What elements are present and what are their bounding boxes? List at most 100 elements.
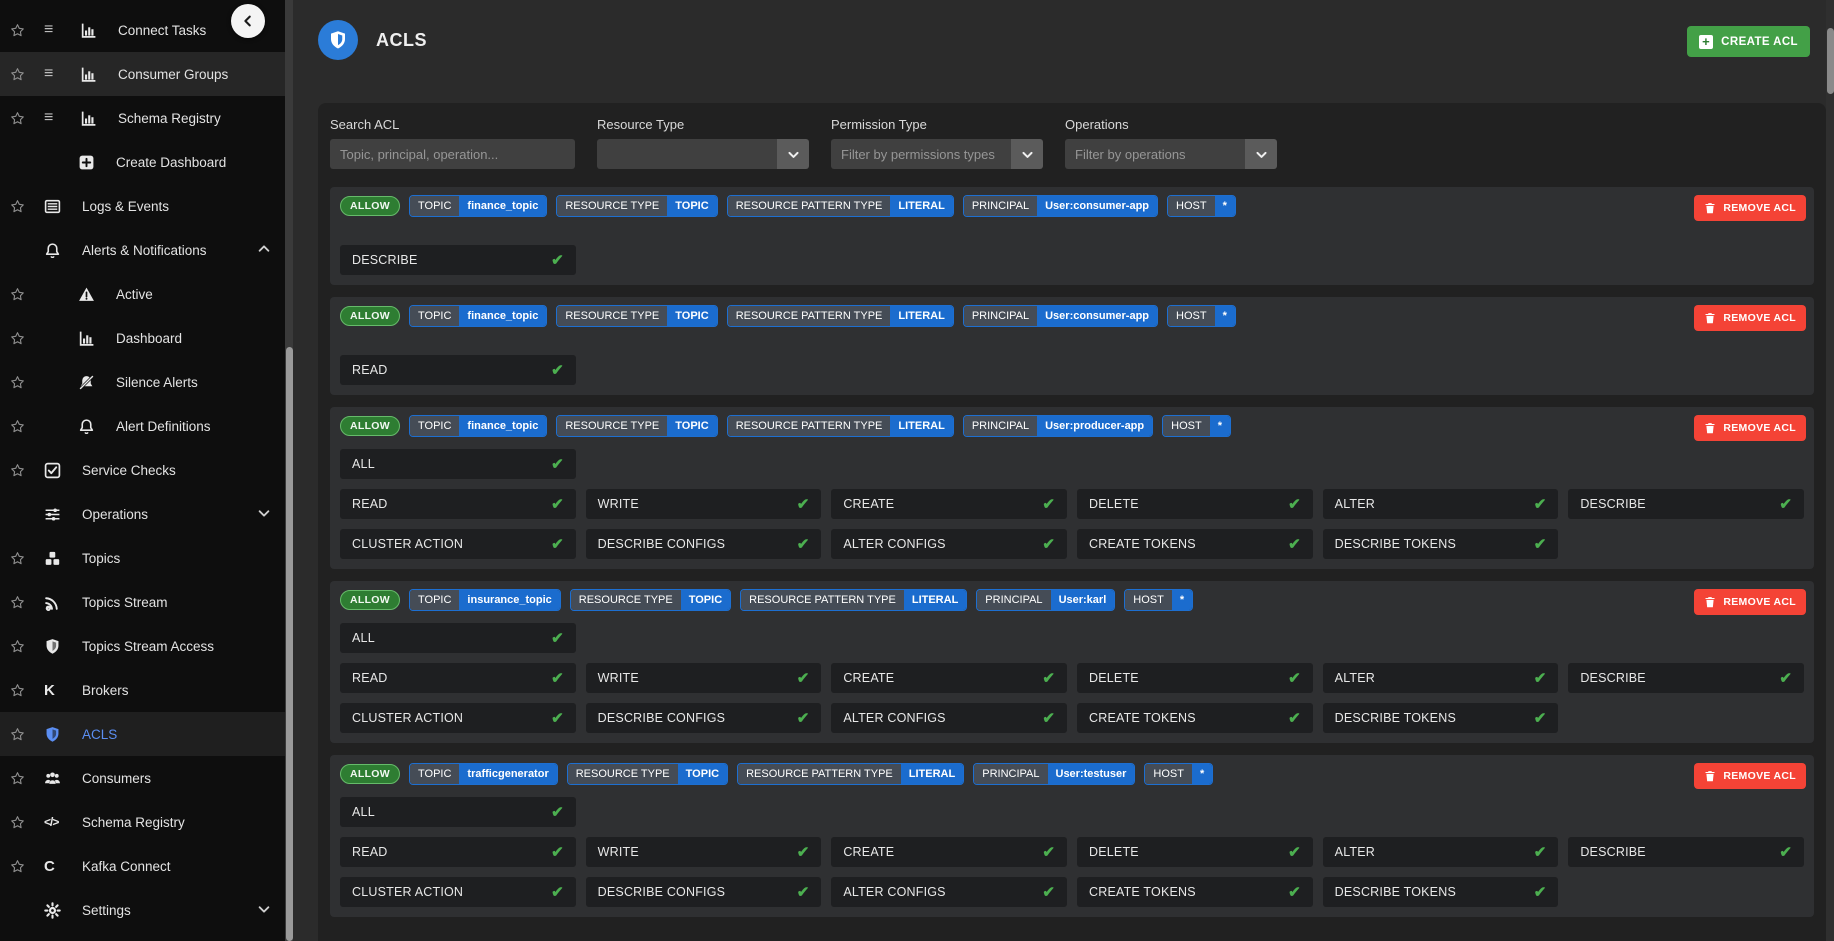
chart-icon	[80, 22, 118, 39]
sidebar-item-consumers[interactable]: Consumers	[0, 756, 285, 800]
sidebar-item-alerts-notifications[interactable]: Alerts & Notifications	[0, 228, 285, 272]
chevron-down-icon[interactable]	[257, 506, 271, 520]
star-icon[interactable]	[10, 815, 44, 830]
operation-name: DESCRIBE CONFIGS	[598, 711, 726, 725]
attribute-label: TOPIC	[410, 590, 459, 610]
remove-acl-button[interactable]: REMOVE ACL	[1694, 415, 1806, 441]
remove-acl-button[interactable]: REMOVE ACL	[1694, 589, 1806, 615]
attribute-value: TOPIC	[681, 590, 730, 610]
operations-dropdown-button[interactable]	[1245, 139, 1277, 169]
search-acl-input[interactable]	[330, 139, 575, 169]
sidebar-item-service-checks[interactable]: Service Checks	[0, 448, 285, 492]
sidebar-scrollbar-thumb[interactable]	[286, 347, 293, 941]
page-scrollbar-thumb[interactable]	[1827, 28, 1834, 94]
star-icon[interactable]	[10, 199, 44, 214]
sidebar-item-topics-stream-access[interactable]: Topics Stream Access	[0, 624, 285, 668]
sidebar-item-acls[interactable]: ACLS	[0, 712, 285, 756]
sidebar-item-topics-stream[interactable]: Topics Stream	[0, 580, 285, 624]
operation-name: DESCRIBE CONFIGS	[598, 537, 726, 551]
create-acl-button[interactable]: + CREATE ACL	[1687, 26, 1810, 57]
operations-select[interactable]	[1065, 139, 1245, 169]
operations-row: ALL✔	[340, 623, 1804, 653]
remove-acl-label: REMOVE ACL	[1723, 312, 1796, 324]
star-icon[interactable]	[10, 683, 44, 698]
operations-row: READ✔WRITE✔CREATE✔DELETE✔ALTER✔DESCRIBE✔	[340, 489, 1804, 519]
star-icon[interactable]	[10, 595, 44, 610]
warning-icon	[78, 286, 116, 303]
star-icon[interactable]	[10, 551, 44, 566]
resource-type-select[interactable]	[597, 139, 777, 169]
sidebar-item-logs-events[interactable]: Logs & Events	[0, 184, 285, 228]
attribute-label: TOPIC	[410, 764, 459, 784]
sidebar-item-label: Alert Definitions	[116, 419, 211, 434]
chevron-up-icon[interactable]	[257, 242, 271, 256]
star-icon[interactable]	[10, 23, 44, 38]
menu-handle-icon[interactable]: ≡	[44, 109, 80, 127]
star-icon[interactable]	[10, 463, 44, 478]
operation-cell-cluster-action: CLUSTER ACTION✔	[340, 877, 576, 907]
remove-acl-button[interactable]: REMOVE ACL	[1694, 195, 1806, 221]
sidebar-item-consumer-groups[interactable]: ≡Consumer Groups	[0, 52, 285, 96]
sidebar-item-dashboard[interactable]: Dashboard	[0, 316, 285, 360]
operation-cell-create: CREATE✔	[831, 837, 1067, 867]
star-icon[interactable]	[10, 419, 44, 434]
permission-badge: ALLOW	[340, 764, 400, 784]
operation-cell-alter-configs: ALTER CONFIGS✔	[831, 529, 1067, 559]
star-icon[interactable]	[10, 67, 44, 82]
sidebar-item-kafka-connect[interactable]: CKafka Connect	[0, 844, 285, 888]
attribute-badge-resource-pattern-type: RESOURCE PATTERN TYPELITERAL	[740, 589, 967, 611]
operation-cell-cluster-action: CLUSTER ACTION✔	[340, 703, 576, 733]
sidebar-item-operations[interactable]: Operations	[0, 492, 285, 536]
operation-name: ALL	[352, 805, 375, 819]
acl-panel: Search ACL Resource Type Permissi	[318, 103, 1826, 941]
create-acl-label: CREATE ACL	[1721, 36, 1798, 48]
sidebar-item-label: Create Dashboard	[116, 155, 226, 170]
attribute-badge-host: HOST*	[1144, 763, 1213, 785]
star-icon[interactable]	[10, 111, 44, 126]
check-icon: ✔	[551, 709, 564, 727]
star-icon[interactable]	[10, 727, 44, 742]
star-icon[interactable]	[10, 331, 44, 346]
sidebar-scrollbar[interactable]	[285, 0, 293, 941]
chevron-down-icon[interactable]	[257, 902, 271, 916]
sidebar-item-brokers[interactable]: KBrokers	[0, 668, 285, 712]
attribute-badge-resource-type: RESOURCE TYPETOPIC	[556, 305, 717, 327]
attribute-badge-principal: PRINCIPALUser:testuser	[973, 763, 1135, 785]
sidebar-item-active[interactable]: Active	[0, 272, 285, 316]
plus-icon: +	[1699, 35, 1713, 49]
menu-handle-icon[interactable]: ≡	[44, 65, 80, 83]
sidebar-item-schema-registry[interactable]: ≡Schema Registry	[0, 96, 285, 140]
page-scrollbar[interactable]	[1826, 0, 1834, 941]
check-icon: ✔	[551, 361, 564, 379]
permission-type-dropdown-button[interactable]	[1011, 139, 1043, 169]
remove-acl-button[interactable]: REMOVE ACL	[1694, 305, 1806, 331]
resource-type-dropdown-button[interactable]	[777, 139, 809, 169]
sidebar-item-schema-registry[interactable]: </>Schema Registry	[0, 800, 285, 844]
menu-handle-icon[interactable]: ≡	[44, 21, 80, 39]
sidebar-item-create-dashboard[interactable]: Create Dashboard	[0, 140, 285, 184]
remove-acl-button[interactable]: REMOVE ACL	[1694, 763, 1806, 789]
sidebar-item-silence-alerts[interactable]: Silence Alerts	[0, 360, 285, 404]
star-icon[interactable]	[10, 639, 44, 654]
operation-cell-all: ALL✔	[340, 797, 576, 827]
sidebar-item-settings[interactable]: Settings	[0, 888, 285, 932]
operation-cell-describe-configs: DESCRIBE CONFIGS✔	[586, 877, 822, 907]
attribute-label: RESOURCE PATTERN TYPE	[738, 764, 901, 784]
sidebar-item-alert-definitions[interactable]: Alert Definitions	[0, 404, 285, 448]
operation-cell-create-tokens: CREATE TOKENS✔	[1077, 529, 1313, 559]
star-icon[interactable]	[10, 287, 44, 302]
attribute-label: HOST	[1168, 196, 1215, 216]
attribute-label: TOPIC	[410, 416, 459, 436]
attribute-label: RESOURCE PATTERN TYPE	[728, 196, 891, 216]
star-icon[interactable]	[10, 859, 44, 874]
permission-type-select[interactable]	[831, 139, 1011, 169]
sidebar-collapse-button[interactable]	[231, 4, 265, 38]
permission-badge: ALLOW	[340, 196, 400, 216]
attribute-badge-host: HOST*	[1167, 195, 1236, 217]
star-icon[interactable]	[10, 771, 44, 786]
acl-card: ALLOWTOPICfinance_topicRESOURCE TYPETOPI…	[330, 187, 1814, 285]
star-icon[interactable]	[10, 375, 44, 390]
operation-cell-create-tokens: CREATE TOKENS✔	[1077, 703, 1313, 733]
sidebar-item-topics[interactable]: Topics	[0, 536, 285, 580]
attribute-badge-principal: PRINCIPALUser:producer-app	[963, 415, 1153, 437]
